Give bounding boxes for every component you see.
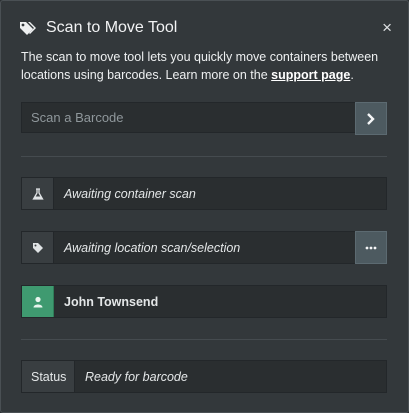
tag-icon	[32, 242, 43, 253]
status-label: Status	[22, 361, 75, 392]
intro-text: The scan to move tool lets you quickly m…	[21, 48, 391, 84]
dialog-title: Scan to Move Tool	[46, 19, 178, 36]
submit-barcode-button[interactable]	[355, 102, 387, 135]
location-addon	[22, 232, 54, 263]
intro-period: .	[350, 68, 354, 82]
user-addon	[22, 286, 54, 317]
scan-to-move-dialog: Scan to Move Tool × The scan to move too…	[0, 0, 409, 413]
user-icon	[33, 296, 42, 307]
flask-icon	[31, 187, 44, 200]
tags-icon	[20, 22, 36, 35]
user-field: John Townsend	[21, 285, 387, 318]
divider	[21, 156, 387, 157]
chevron-right-icon	[367, 112, 375, 125]
ellipsis-icon	[365, 246, 377, 249]
status-field: Status Ready for barcode	[21, 360, 387, 393]
dialog-header: Scan to Move Tool ×	[19, 18, 392, 40]
location-select-button[interactable]	[355, 231, 387, 264]
support-page-link[interactable]: support page	[271, 68, 350, 82]
barcode-scan-row	[21, 102, 387, 135]
close-icon[interactable]: ×	[382, 18, 392, 38]
divider	[21, 339, 387, 340]
container-field: Awaiting container scan	[21, 177, 387, 210]
status-text: Ready for barcode	[85, 370, 188, 384]
location-field: Awaiting location scan/selection	[21, 231, 387, 264]
user-name: John Townsend	[64, 295, 159, 309]
container-addon	[22, 178, 54, 209]
barcode-input[interactable]	[21, 102, 355, 133]
container-status-text: Awaiting container scan	[64, 187, 196, 201]
location-status-text: Awaiting location scan/selection	[64, 241, 241, 255]
